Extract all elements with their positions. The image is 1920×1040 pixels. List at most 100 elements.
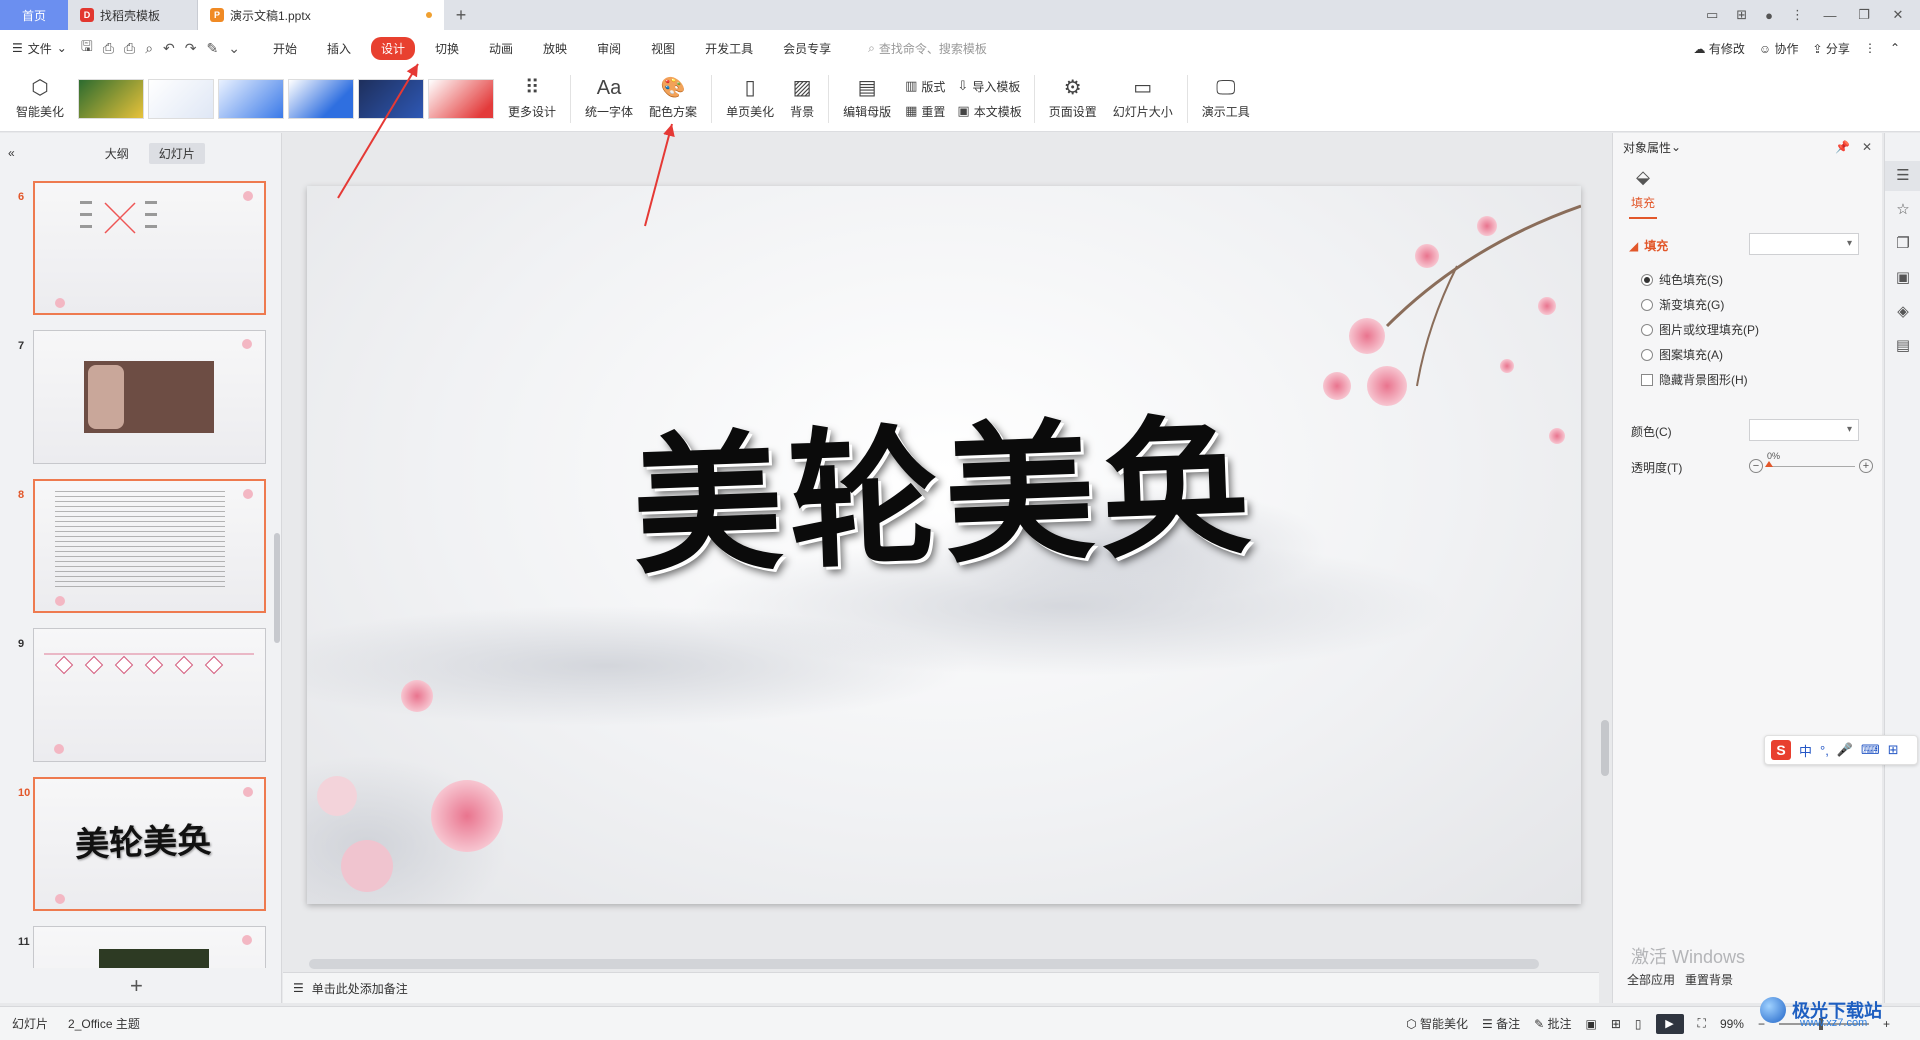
zoom-level[interactable]: 99% (1720, 1017, 1744, 1031)
template-thumb-5[interactable] (358, 78, 425, 119)
pin-icon[interactable]: 📌 (1835, 140, 1850, 154)
plus-icon[interactable]: + (1859, 459, 1873, 473)
reading-view-icon[interactable]: ▯ (1635, 1017, 1642, 1031)
tab-home[interactable]: 首页 (0, 0, 68, 30)
fill-section-header[interactable]: ◢ 填充 (1629, 237, 1668, 254)
image-icon[interactable]: ▣ (1885, 263, 1920, 293)
smart-beautify-button[interactable]: ⬡ 智能美化 (8, 77, 72, 120)
slide-title[interactable]: 美轮美奂 (307, 354, 1581, 615)
current-slide[interactable]: 美轮美奂 (307, 186, 1581, 904)
modified-button[interactable]: ☁ 有修改 (1694, 40, 1745, 57)
print-preview-icon[interactable]: ⌕ (145, 40, 153, 57)
command-search[interactable]: ⌕ 查找命令、搜索模板 (868, 40, 987, 57)
slide-thumbnail[interactable] (33, 479, 266, 613)
slide-item[interactable]: 9 (0, 628, 270, 764)
radio-gradient-fill[interactable]: 渐变填充(G) (1641, 296, 1724, 313)
slides-scrollbar[interactable] (274, 193, 280, 913)
collapse-panel-icon[interactable]: « (8, 146, 15, 160)
template-thumb-1[interactable] (78, 78, 145, 119)
tab-document[interactable]: P 演示文稿1.pptx (198, 0, 444, 30)
unify-font-button[interactable]: Aa 统一字体 (577, 77, 641, 120)
template-thumb-6[interactable] (428, 78, 495, 119)
grid-view-icon[interactable]: ⊞ (1736, 7, 1747, 23)
menu-tab-animation[interactable]: 动画 (479, 37, 523, 60)
menu-tab-transition[interactable]: 切换 (425, 37, 469, 60)
radio-solid-fill[interactable]: 纯色填充(S) (1641, 271, 1723, 288)
customize-chevron-icon[interactable]: ⌄ (228, 40, 240, 57)
notes-bar[interactable]: ☰ 单击此处添加备注 (283, 972, 1599, 1003)
slide-thumbnail[interactable] (33, 628, 266, 762)
horizontal-scrollbar[interactable] (309, 959, 1549, 969)
slide-thumbnail[interactable] (33, 330, 266, 464)
edit-master-button[interactable]: ▤ 编辑母版 (835, 77, 899, 120)
reset-background-button[interactable]: 重置背景 (1685, 971, 1733, 988)
close-panel-icon[interactable]: ✕ (1862, 140, 1872, 154)
slide-item[interactable]: 8 (0, 479, 270, 615)
redo-icon[interactable]: ↷ (185, 40, 197, 57)
single-page-beautify-button[interactable]: ▯ 单页美化 (718, 77, 782, 120)
status-notes-button[interactable]: ☰ 备注 (1482, 1015, 1520, 1032)
template-thumb-3[interactable] (218, 78, 285, 119)
slide-item[interactable]: 11 (0, 926, 270, 968)
transparency-slider[interactable]: − 0% + (1749, 451, 1873, 477)
minimize-button[interactable]: — (1822, 8, 1838, 23)
tab-outline[interactable]: 大纲 (95, 143, 139, 164)
menu-tab-design[interactable]: 设计 (371, 36, 416, 60)
menu-tab-home[interactable]: 开始 (263, 37, 307, 60)
menu-tab-review[interactable]: 审阅 (587, 37, 631, 60)
fill-tab[interactable]: ⬙ 填充 (1629, 167, 1657, 219)
file-menu[interactable]: ☰ 文件 ⌄ (12, 40, 67, 57)
presentation-tools-button[interactable]: 🖵 演示工具 (1194, 77, 1258, 120)
more-icon[interactable]: ⋮ (1791, 7, 1804, 23)
panel-title[interactable]: 对象属性 (1623, 139, 1671, 156)
slider-knob[interactable] (1765, 461, 1773, 467)
share-button[interactable]: ⇪ 分享 (1813, 40, 1850, 57)
text-template-button[interactable]: ▣ 本文模板 (957, 103, 1021, 120)
apply-all-button[interactable]: 全部应用 (1627, 971, 1675, 988)
window-layout-icon[interactable]: ▭ (1706, 7, 1718, 23)
more-design-button[interactable]: ⠿ 更多设计 (500, 77, 564, 120)
hide-background-checkbox[interactable]: 隐藏背景图形(H) (1641, 371, 1748, 388)
slide-item[interactable]: 10 美轮美奂 (0, 777, 270, 913)
save-icon[interactable]: 🖫 (81, 36, 93, 60)
normal-view-icon[interactable]: ▣ (1586, 1017, 1597, 1031)
properties-icon[interactable]: ☰ (1885, 161, 1920, 191)
copy-icon[interactable]: ❐ (1885, 229, 1920, 259)
tab-slides[interactable]: 幻灯片 (148, 142, 205, 164)
add-slide-button[interactable]: + (130, 973, 143, 999)
menu-tab-member[interactable]: 会员专享 (773, 37, 841, 60)
ime-toolbar[interactable]: S 中 °, 🎤 ⌨ ⊞ (1764, 735, 1918, 765)
layout-button[interactable]: ▥ 版式 (905, 78, 945, 95)
export-pdf-icon[interactable]: ⎙ (103, 40, 114, 57)
close-button[interactable]: ✕ (1890, 7, 1906, 23)
template-thumb-4[interactable] (288, 78, 355, 119)
fit-window-icon[interactable]: ⛶ (1698, 1016, 1706, 1031)
location-icon[interactable]: ◈ (1885, 297, 1920, 327)
slide-item[interactable]: 6 (0, 181, 270, 317)
slide-thumbnail[interactable] (33, 181, 266, 315)
more-options-icon[interactable]: ⋮ (1864, 41, 1876, 55)
menu-tab-view[interactable]: 视图 (641, 37, 685, 60)
star-icon[interactable]: ☆ (1885, 195, 1920, 225)
color-dropdown[interactable]: ▾ (1749, 419, 1859, 441)
background-button[interactable]: ▨ 背景 (782, 77, 822, 120)
undo-icon[interactable]: ↶ (163, 40, 175, 57)
menu-tab-developer[interactable]: 开发工具 (695, 37, 763, 60)
reset-button[interactable]: ▦ 重置 (905, 103, 945, 120)
slide-thumbnail[interactable] (33, 926, 266, 968)
radio-pattern-fill[interactable]: 图案填充(A) (1641, 346, 1723, 363)
collapse-ribbon-icon[interactable]: ⌃ (1890, 41, 1900, 55)
collab-button[interactable]: ☺ 协作 (1759, 40, 1799, 57)
minus-icon[interactable]: − (1749, 459, 1763, 473)
import-template-button[interactable]: ⇩ 导入模板 (957, 78, 1021, 95)
tab-template-store[interactable]: D 找稻壳模板 (68, 0, 198, 30)
menu-tab-insert[interactable]: 插入 (317, 37, 361, 60)
sorter-view-icon[interactable]: ⊞ (1611, 1017, 1621, 1031)
status-smart-beautify[interactable]: ⬡ 智能美化 (1406, 1015, 1468, 1032)
avatar[interactable]: ● (1765, 8, 1773, 23)
slide-item[interactable]: 7 (0, 330, 270, 466)
print-icon[interactable]: ⎙ (124, 40, 135, 57)
play-button[interactable]: ▶ (1655, 1013, 1684, 1034)
book-icon[interactable]: ▤ (1885, 331, 1920, 361)
menu-tab-slideshow[interactable]: 放映 (533, 37, 577, 60)
